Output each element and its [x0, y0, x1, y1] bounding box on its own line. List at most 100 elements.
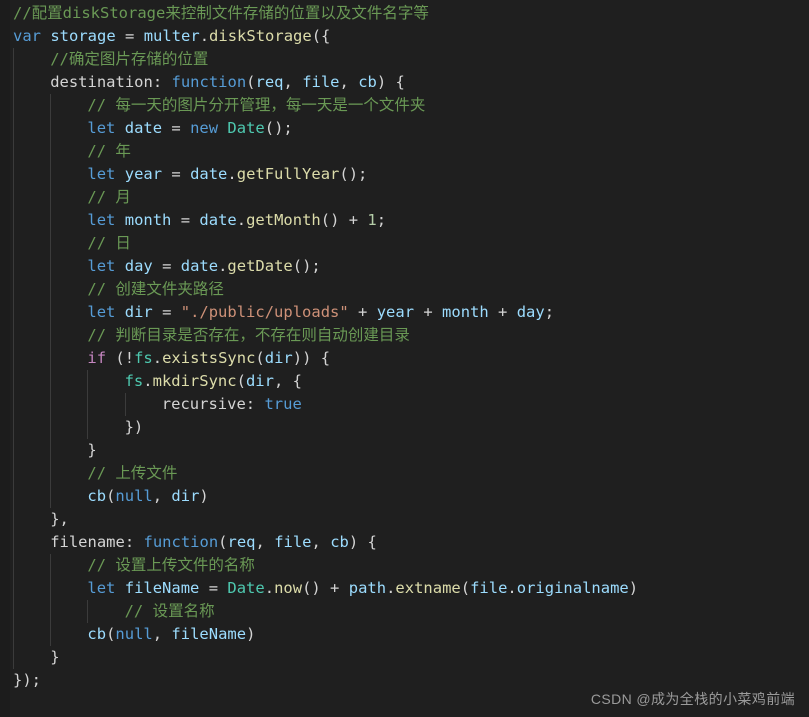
code-line[interactable]: var storage = multer.diskStorage({ [0, 25, 809, 48]
code-token-var: storage [50, 27, 116, 45]
indent-guide [13, 48, 14, 71]
code-line-content: let day = date.getDate(); [74, 255, 320, 278]
code-line[interactable]: //确定图片存储的位置 [0, 48, 809, 71]
code-line-content: // 上传文件 [74, 462, 177, 485]
code-token-pun: = [162, 119, 191, 137]
code-line[interactable]: let dir = "./public/uploads" + year + mo… [0, 301, 809, 324]
indent-guide [13, 324, 14, 347]
code-line[interactable]: if (!fs.existsSync(dir)) { [0, 347, 809, 370]
code-token-var: multer [143, 27, 200, 45]
code-line-content: fs.mkdirSync(dir, { [112, 370, 302, 393]
code-line-content: //确定图片存储的位置 [37, 48, 208, 71]
code-token-var: fileName [124, 579, 200, 597]
code-line[interactable]: // 月 [0, 186, 809, 209]
code-token-var: req [227, 533, 256, 551]
code-line[interactable]: let date = new Date(); [0, 117, 809, 140]
code-token-pun: }) [124, 418, 144, 436]
code-token-pun: . [152, 349, 163, 367]
code-line[interactable]: let month = date.getMonth() + 1; [0, 209, 809, 232]
code-token-pun: (); [292, 257, 321, 275]
code-token-kw: let [87, 211, 116, 229]
code-line[interactable]: fs.mkdirSync(dir, { [0, 370, 809, 393]
indent-guide [13, 209, 14, 232]
indent-guide [13, 600, 14, 623]
code-token-type: Date [227, 119, 265, 137]
indent-guide [50, 209, 52, 232]
code-token-pun: = [171, 211, 200, 229]
code-token-kw: let [87, 257, 116, 275]
code-line[interactable]: // 上传文件 [0, 462, 809, 485]
indent-guide [13, 485, 14, 508]
code-token-pun: . [507, 579, 517, 597]
code-line[interactable]: cb(null, dir) [0, 485, 809, 508]
code-line-content: // 判断目录是否存在，不存在则自动创建目录 [74, 324, 410, 347]
code-token-kw: let [87, 303, 116, 321]
code-token-pun: } [50, 648, 60, 666]
code-token-num: 1 [367, 211, 377, 229]
code-token-var: year [376, 303, 415, 321]
indent-guide [13, 531, 14, 554]
code-token-pun: ( [255, 349, 265, 367]
code-line[interactable]: // 日 [0, 232, 809, 255]
indent-guide [13, 163, 14, 186]
code-line[interactable]: }) [0, 416, 809, 439]
code-line[interactable]: //配置diskStorage来控制文件存储的位置以及文件名字等 [0, 2, 809, 25]
code-token-cmt: // 月 [87, 188, 131, 206]
code-line[interactable]: let year = date.getFullYear(); [0, 163, 809, 186]
indent-guide [50, 485, 52, 508]
code-line[interactable]: filename: function(req, file, cb) { [0, 531, 809, 554]
code-token-pun: = [125, 27, 135, 45]
code-token-pun: ( [246, 73, 256, 91]
code-token-kw: let [87, 579, 116, 597]
indent-guide [50, 554, 52, 577]
code-token-fn: diskStorage [209, 27, 312, 45]
code-token-kw: var [13, 27, 41, 45]
code-token-prop: filename [50, 533, 125, 551]
code-line-content: recursive: true [149, 393, 302, 416]
indent-guide [50, 577, 52, 600]
code-token-pun [115, 257, 124, 275]
code-line-content: } [74, 439, 96, 462]
indent-guide [13, 94, 14, 117]
code-line[interactable]: // 创建文件夹路径 [0, 278, 809, 301]
indent-guide [50, 163, 52, 186]
code-token-cmt: // 设置上传文件的名称 [87, 556, 255, 574]
code-line[interactable]: cb(null, fileName) [0, 623, 809, 646]
code-token-cmt: // 日 [87, 234, 131, 252]
indent-guide [13, 347, 14, 370]
code-token-cmt: // 年 [87, 142, 131, 160]
code-editor[interactable]: //配置diskStorage来控制文件存储的位置以及文件名字等 var stor… [0, 0, 809, 717]
code-line[interactable]: let day = date.getDate(); [0, 255, 809, 278]
code-area[interactable]: //配置diskStorage来控制文件存储的位置以及文件名字等 var stor… [0, 2, 809, 692]
code-token-cmt: //配置diskStorage来控制文件存储的位置以及文件名字等 [13, 4, 429, 22]
code-token-type: Date [227, 579, 265, 597]
code-token-pun: = [162, 165, 191, 183]
code-line[interactable]: // 每一天的图片分开管理，每一天是一个文件夹 [0, 94, 809, 117]
code-line[interactable]: recursive: true [0, 393, 809, 416]
code-line[interactable]: destination: function(req, file, cb) { [0, 71, 809, 94]
code-line-content: //配置diskStorage来控制文件存储的位置以及文件名字等 [0, 2, 429, 25]
code-line[interactable]: } [0, 646, 809, 669]
code-line[interactable]: }, [0, 508, 809, 531]
code-token-var: dir [171, 487, 200, 505]
code-line[interactable]: // 年 [0, 140, 809, 163]
code-token-pun [134, 27, 143, 45]
code-token-pun: ) [199, 487, 209, 505]
code-token-var: cb [87, 487, 107, 505]
code-line-content: // 月 [74, 186, 131, 209]
code-line-content: var storage = multer.diskStorage({ [0, 25, 330, 48]
code-line[interactable]: // 设置上传文件的名称 [0, 554, 809, 577]
indent-guide [13, 554, 14, 577]
code-line[interactable]: // 设置名称 [0, 600, 809, 623]
code-token-pun: , [152, 625, 172, 643]
code-line[interactable]: // 判断目录是否存在，不存在则自动创建目录 [0, 324, 809, 347]
code-line[interactable]: let fileName = Date.now() + path.extname… [0, 577, 809, 600]
code-line[interactable]: } [0, 439, 809, 462]
code-token-pun: } [87, 441, 97, 459]
code-token-var: dir [124, 303, 153, 321]
code-token-pun: , [339, 73, 359, 91]
indent-guide [50, 232, 52, 255]
code-token-pun: ( [218, 533, 228, 551]
code-line-content: cb(null, dir) [74, 485, 208, 508]
indent-guide [13, 186, 14, 209]
